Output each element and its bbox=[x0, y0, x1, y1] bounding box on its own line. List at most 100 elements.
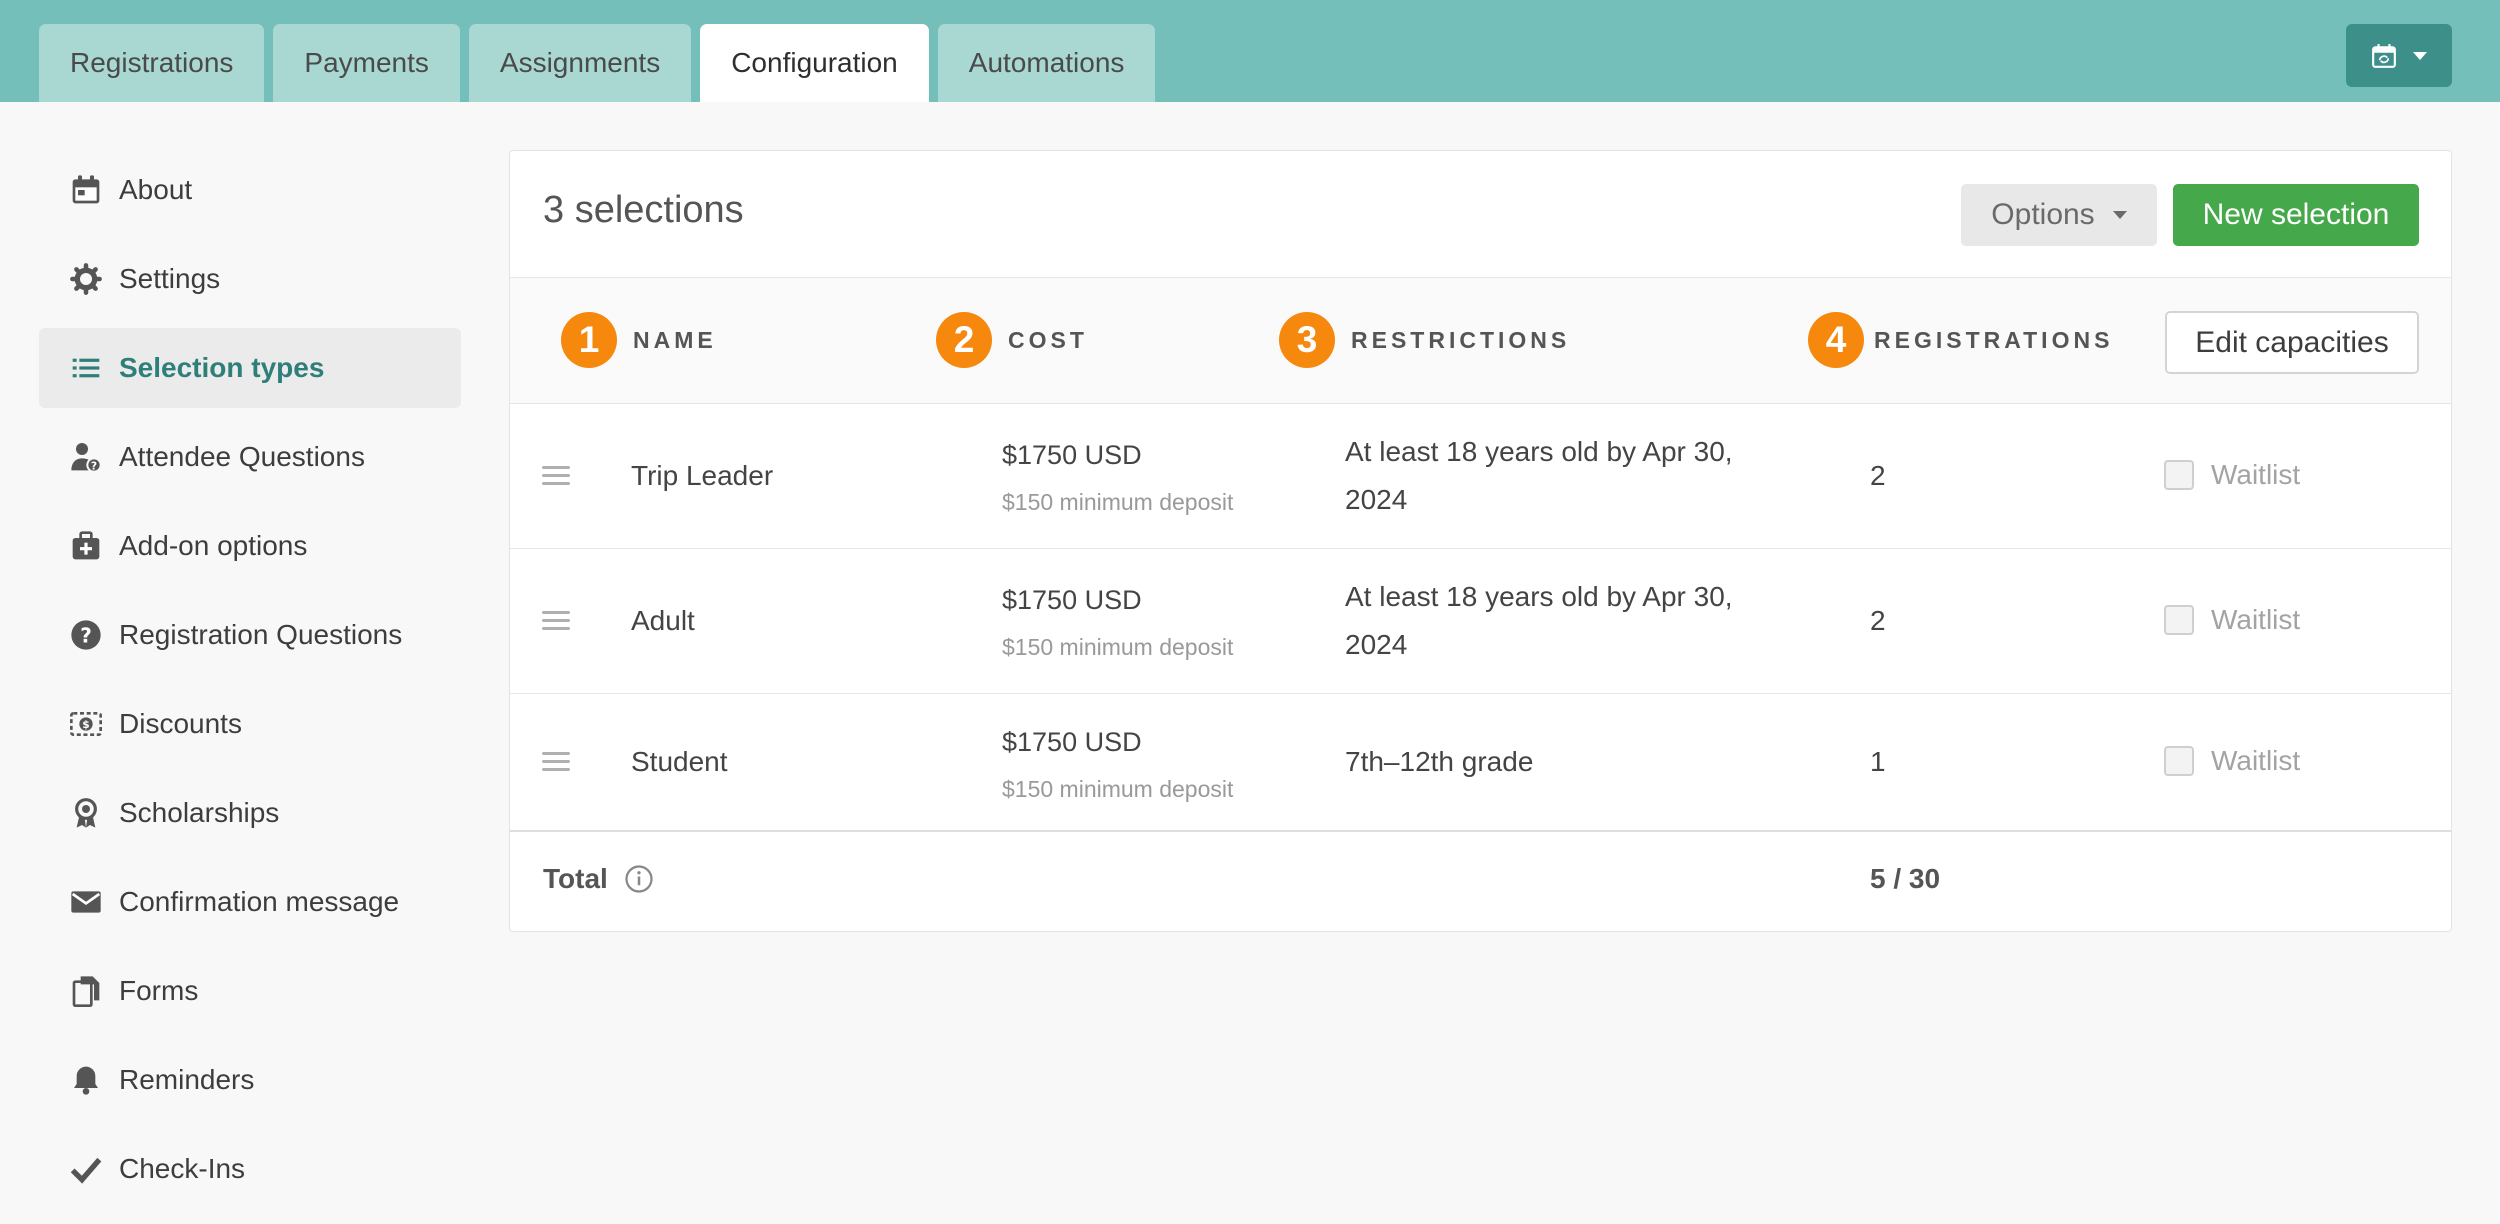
chevron-down-icon bbox=[2413, 51, 2427, 60]
options-dropdown-button[interactable]: Options bbox=[1961, 184, 2157, 246]
waitlist-label: Waitlist bbox=[2211, 745, 2301, 776]
page-title: 3 selections bbox=[543, 189, 744, 231]
edit-capacities-button[interactable]: Edit capacities bbox=[2165, 311, 2419, 374]
waitlist-label: Waitlist bbox=[2211, 604, 2301, 635]
column-header-name: 1 NAME bbox=[561, 311, 717, 369]
documents-icon bbox=[69, 974, 103, 1008]
tab-registrations[interactable]: Registrations bbox=[39, 24, 265, 102]
svg-text:$: $ bbox=[82, 718, 89, 731]
checkbox[interactable] bbox=[2164, 460, 2194, 490]
selection-name: Trip Leader bbox=[631, 460, 774, 491]
cost-cell: $1750 USD $150 minimum deposit bbox=[1002, 440, 1233, 516]
list-icon bbox=[69, 351, 103, 385]
table-row: Student $1750 USD $150 minimum deposit 7… bbox=[510, 694, 2451, 832]
cost-amount: $1750 USD bbox=[1002, 440, 1142, 470]
drag-handle-icon[interactable] bbox=[542, 752, 570, 772]
selections-panel: 3 selections Options New selection 1 NAM… bbox=[509, 150, 2452, 932]
waitlist-label: Waitlist bbox=[2211, 459, 2301, 490]
briefcase-plus-icon bbox=[69, 529, 103, 563]
sidebar-item-label: Confirmation message bbox=[119, 886, 400, 917]
sidebar-item-confirmation-message[interactable]: Confirmation message bbox=[39, 862, 461, 942]
sidebar-item-attendee-questions[interactable]: ? Attendee Questions bbox=[39, 417, 461, 497]
total-label-wrap: Total bbox=[543, 863, 654, 895]
envelope-icon bbox=[69, 885, 103, 919]
gear-icon bbox=[69, 262, 103, 296]
sidebar-item-label: Check-Ins bbox=[119, 1153, 246, 1184]
sidebar-item-about[interactable]: About bbox=[39, 150, 461, 230]
cost-cell: $1750 USD $150 minimum deposit bbox=[1002, 585, 1233, 661]
drag-handle-icon[interactable] bbox=[542, 466, 570, 486]
restriction-text: 7th–12th grade bbox=[1345, 746, 1534, 777]
info-icon[interactable] bbox=[624, 864, 654, 894]
award-icon bbox=[69, 796, 103, 830]
waitlist-checkbox[interactable]: Waitlist bbox=[2164, 459, 2300, 491]
table-row: Trip Leader $1750 USD $150 minimum depos… bbox=[510, 404, 2451, 549]
chevron-down-icon bbox=[2112, 211, 2127, 219]
registrations-count: 2 bbox=[1870, 460, 1886, 491]
calendar-sync-icon bbox=[2372, 43, 2396, 68]
selection-name: Student bbox=[631, 746, 728, 777]
deposit-note: $150 minimum deposit bbox=[1002, 776, 1234, 802]
column-label: NAME bbox=[633, 326, 717, 353]
cost-amount: $1750 USD bbox=[1002, 585, 1142, 615]
tab-payments[interactable]: Payments bbox=[273, 24, 460, 102]
sidebar-item-selection-types[interactable]: Selection types bbox=[39, 328, 461, 408]
sidebar-item-settings[interactable]: Settings bbox=[39, 239, 461, 319]
calendar-dropdown-button[interactable] bbox=[2346, 24, 2452, 87]
total-row: Total 5 / 30 bbox=[510, 832, 2451, 928]
svg-text:?: ? bbox=[80, 623, 92, 647]
cost-amount: $1750 USD bbox=[1002, 727, 1142, 757]
svg-text:?: ? bbox=[91, 460, 97, 473]
sidebar-item-check-ins[interactable]: Check-Ins bbox=[39, 1129, 461, 1209]
total-value: 5 / 30 bbox=[1870, 863, 1941, 894]
sidebar-item-registration-questions[interactable]: ? Registration Questions bbox=[39, 595, 461, 675]
column-number-badge: 1 bbox=[561, 312, 617, 368]
column-label: RESTRICTIONS bbox=[1351, 326, 1571, 353]
drag-handle-icon[interactable] bbox=[542, 611, 570, 631]
cost-cell: $1750 USD $150 minimum deposit bbox=[1002, 727, 1233, 803]
checkbox[interactable] bbox=[2164, 605, 2194, 635]
column-number-badge: 3 bbox=[1279, 312, 1335, 368]
sidebar-item-label: Add-on options bbox=[119, 530, 308, 561]
column-header-cost: 2 COST bbox=[936, 311, 1088, 369]
table-header: 1 NAME 2 COST 3 RESTRICTIONS 4 REGISTRAT… bbox=[510, 278, 2451, 404]
sidebar-item-label: Selection types bbox=[119, 352, 325, 383]
sidebar-item-add-on-options[interactable]: Add-on options bbox=[39, 506, 461, 586]
bell-icon bbox=[69, 1063, 103, 1097]
sidebar-item-label: Forms bbox=[119, 975, 199, 1006]
column-label: REGISTRATIONS bbox=[1874, 326, 2114, 353]
checkbox[interactable] bbox=[2164, 746, 2194, 776]
sidebar-item-reminders[interactable]: Reminders bbox=[39, 1040, 461, 1120]
sidebar: About Settings Selection types ? Attende… bbox=[39, 150, 461, 1218]
question-circle-icon: ? bbox=[69, 618, 103, 652]
sidebar-item-forms[interactable]: Forms bbox=[39, 951, 461, 1031]
waitlist-checkbox[interactable]: Waitlist bbox=[2164, 745, 2300, 777]
sidebar-item-label: Reminders bbox=[119, 1064, 255, 1095]
checkmark-icon bbox=[69, 1152, 103, 1186]
deposit-note: $150 minimum deposit bbox=[1002, 489, 1234, 515]
user-question-icon: ? bbox=[69, 440, 103, 474]
top-tab-bar: Registrations Payments Assignments Confi… bbox=[0, 0, 2500, 102]
tab-configuration[interactable]: Configuration bbox=[700, 24, 929, 102]
total-label: Total bbox=[543, 863, 608, 894]
discount-icon: $ bbox=[69, 707, 103, 741]
sidebar-item-label: Attendee Questions bbox=[119, 441, 365, 472]
sidebar-item-discounts[interactable]: $ Discounts bbox=[39, 684, 461, 764]
options-label: Options bbox=[1991, 198, 2095, 231]
column-number-badge: 4 bbox=[1808, 312, 1864, 368]
tab-automations[interactable]: Automations bbox=[937, 24, 1156, 102]
sidebar-item-label: Settings bbox=[119, 263, 221, 294]
sidebar-item-scholarships[interactable]: Scholarships bbox=[39, 773, 461, 853]
registrations-count: 2 bbox=[1870, 605, 1886, 636]
restriction-text: At least 18 years old by Apr 30, 2024 bbox=[1345, 581, 1733, 660]
column-label: COST bbox=[1008, 326, 1088, 353]
new-selection-button[interactable]: New selection bbox=[2173, 184, 2419, 246]
waitlist-checkbox[interactable]: Waitlist bbox=[2164, 604, 2300, 636]
table-row: Adult $1750 USD $150 minimum deposit At … bbox=[510, 549, 2451, 694]
panel-header: 3 selections Options New selection bbox=[510, 151, 2451, 278]
sidebar-item-label: Discounts bbox=[119, 708, 242, 739]
sidebar-item-label: About bbox=[119, 174, 193, 205]
deposit-note: $150 minimum deposit bbox=[1002, 634, 1234, 660]
tab-assignments[interactable]: Assignments bbox=[468, 24, 692, 102]
selection-name: Adult bbox=[631, 605, 695, 636]
